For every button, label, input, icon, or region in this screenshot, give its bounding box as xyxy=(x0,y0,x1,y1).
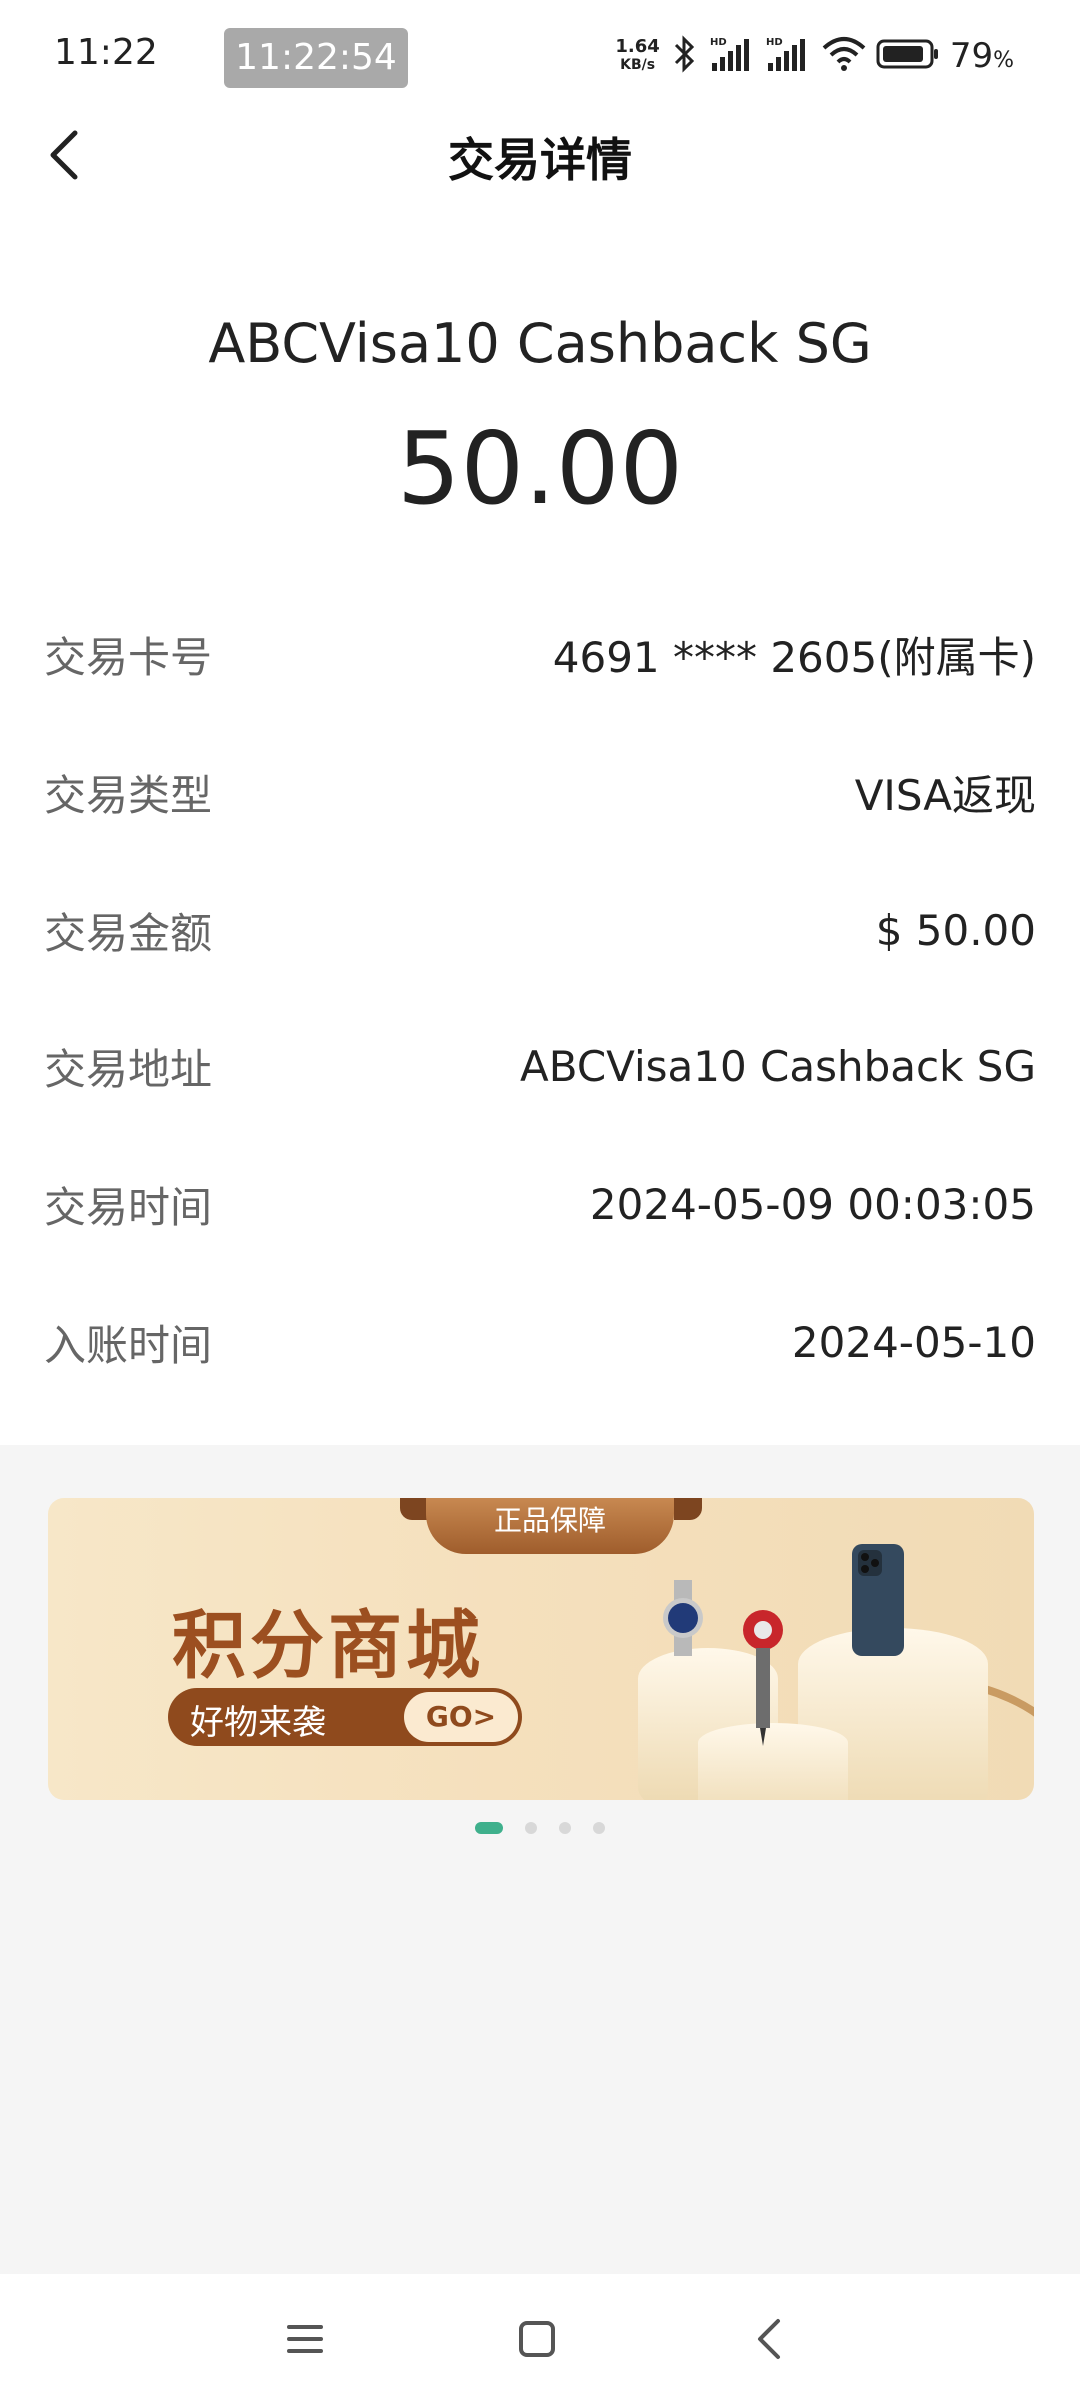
detail-row-posting-date: 入账时间 2024-05-10 xyxy=(44,1302,1036,1382)
menu-icon xyxy=(287,2325,323,2353)
wifi-icon xyxy=(822,36,866,76)
authentic-ribbon: 正品保障 xyxy=(426,1498,674,1554)
transaction-amount: 50.00 xyxy=(396,410,684,527)
points-mall-banner[interactable]: 正品保障 积分商城 好物来袭 GO> xyxy=(48,1498,1034,1800)
merchant-name: ABCVisa10 Cashback SG xyxy=(208,312,872,375)
status-time: 11:22 xyxy=(54,32,158,73)
network-speed-unit: KB/s xyxy=(620,57,656,73)
carousel-dot[interactable] xyxy=(593,1822,605,1834)
status-time-chip: 11:22:54 xyxy=(224,28,408,88)
network-speed: 1.64 KB/s xyxy=(615,38,659,74)
phone-icon xyxy=(852,1544,904,1656)
detail-value: 2024-05-10 xyxy=(791,1317,1036,1367)
detail-row-type: 交易类型 VISA返现 xyxy=(44,752,1036,832)
ribbon-tab-left xyxy=(400,1498,428,1520)
detail-label: 交易金额 xyxy=(44,908,213,958)
system-back-button[interactable] xyxy=(734,2304,804,2374)
detail-row-address: 交易地址 ABCVisa10 Cashback SG xyxy=(44,1026,1036,1106)
bluetooth-icon xyxy=(670,35,700,77)
signal-icon-2: HD xyxy=(766,35,812,77)
detail-label: 交易卡号 xyxy=(44,632,213,682)
transaction-card: ABCVisa10 Cashback SG 50.00 交易卡号 4691 **… xyxy=(0,200,1080,1445)
battery-percent-unit: % xyxy=(993,48,1014,73)
detail-label: 交易地址 xyxy=(44,1044,213,1094)
detail-value: 2024-05-09 00:03:05 xyxy=(589,1179,1036,1229)
system-nav-bar xyxy=(0,2274,1080,2400)
go-button[interactable]: GO> xyxy=(404,1692,518,1742)
network-speed-value: 1.64 xyxy=(615,36,660,57)
carousel-dot[interactable] xyxy=(559,1822,571,1834)
watch-icon xyxy=(663,1580,703,1656)
ribbon-tab-right xyxy=(674,1498,702,1520)
detail-value: VISA返现 xyxy=(854,770,1036,820)
detail-value: 4691 **** 2605(附属卡) xyxy=(552,632,1036,682)
svg-text:HD: HD xyxy=(766,37,783,48)
detail-label: 交易时间 xyxy=(44,1182,213,1232)
page-title: 交易详情 xyxy=(448,133,632,187)
detail-row-time: 交易时间 2024-05-09 00:03:05 xyxy=(44,1164,1036,1244)
detail-label: 交易类型 xyxy=(44,770,213,820)
hairdryer-icon xyxy=(743,1610,783,1746)
banner-title: 积分商城 xyxy=(172,1603,484,1689)
recents-button[interactable] xyxy=(270,2304,340,2374)
home-button[interactable] xyxy=(502,2304,572,2374)
back-triangle-icon xyxy=(758,2319,780,2359)
svg-text:HD: HD xyxy=(710,37,727,48)
battery-percent: 79% xyxy=(950,36,1014,76)
detail-value: $ 50.00 xyxy=(875,905,1036,955)
battery-icon xyxy=(876,37,940,75)
app-header: 交易详情 xyxy=(0,110,1080,200)
battery-percent-value: 79 xyxy=(949,36,994,76)
status-icons: 1.64 KB/s HD HD 79% xyxy=(615,28,1014,84)
banner-pill-text: 好物来袭 xyxy=(190,1703,326,1743)
detail-row-card-number: 交易卡号 4691 **** 2605(附属卡) xyxy=(44,614,1036,694)
detail-row-amount: 交易金额 $ 50.00 xyxy=(44,890,1036,970)
signal-icon: HD xyxy=(710,35,756,77)
carousel-dot[interactable] xyxy=(525,1822,537,1834)
detail-label: 入账时间 xyxy=(44,1320,213,1370)
banner-pill: 好物来袭 GO> xyxy=(168,1688,522,1746)
carousel-indicator xyxy=(0,1822,1080,1834)
detail-value: ABCVisa10 Cashback SG xyxy=(520,1041,1036,1091)
status-bar: 11:22 11:22:54 1.64 KB/s HD HD 79% xyxy=(0,0,1080,110)
carousel-dot[interactable] xyxy=(475,1822,503,1834)
home-square-icon xyxy=(519,2321,555,2357)
